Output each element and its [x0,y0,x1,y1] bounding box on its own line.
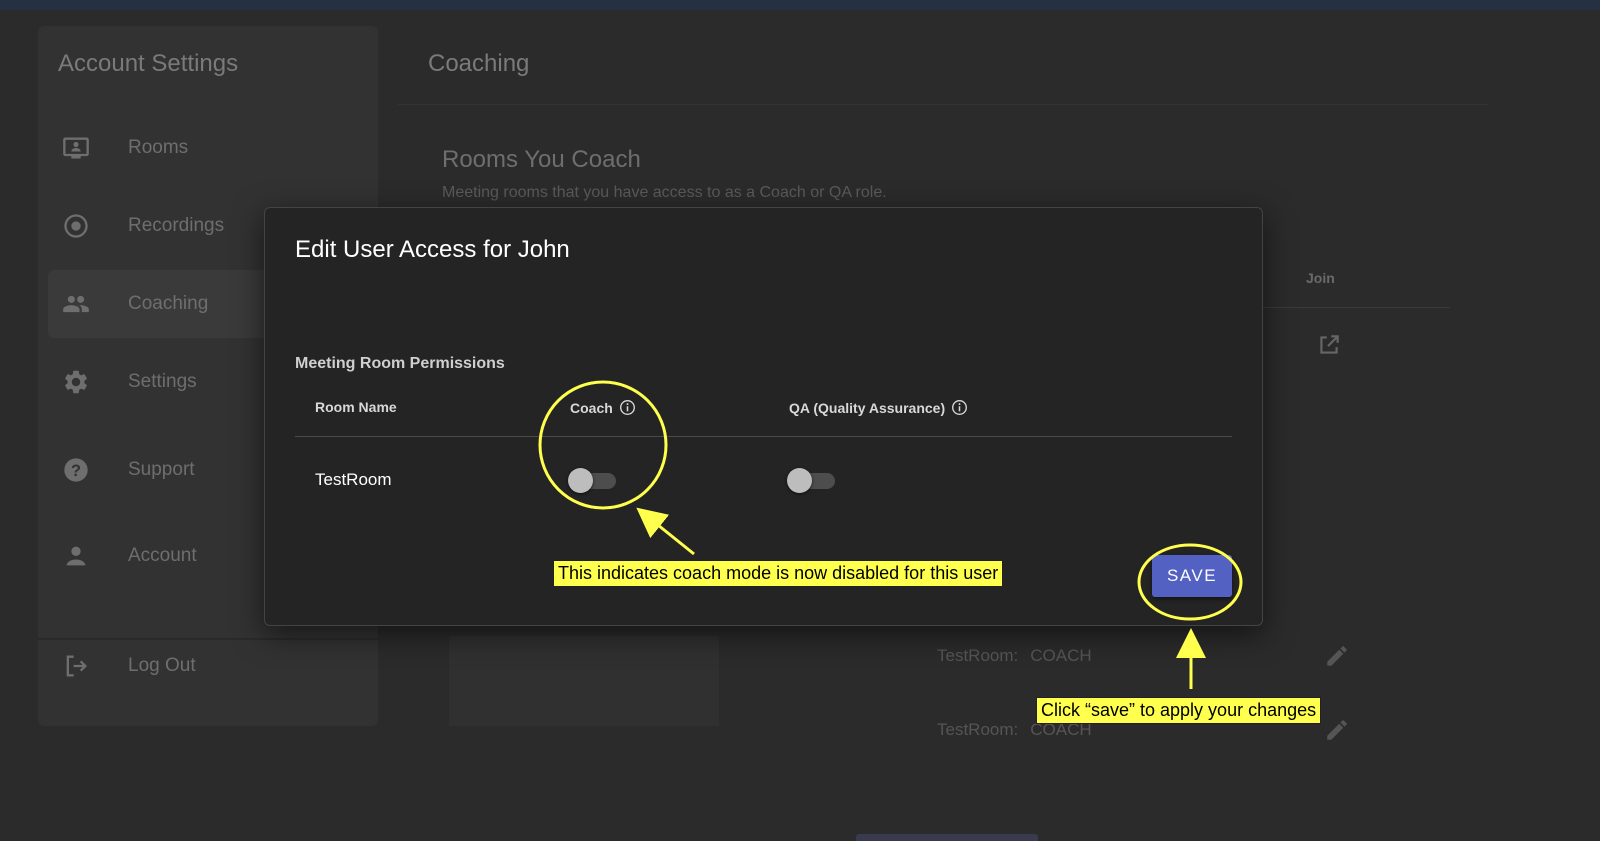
sidebar-title: Account Settings [58,50,239,77]
coach-toggle[interactable] [568,466,618,494]
info-icon[interactable] [951,399,968,416]
sidebar-item-label: Rooms [128,137,189,158]
rooms-section-subtitle: Meeting rooms that you have access to as… [442,184,887,201]
column-header-label: Room Name [315,399,397,415]
sidebar-item-rooms[interactable]: Rooms [48,114,368,182]
record-icon [60,210,92,242]
room-name-cell: TestRoom [315,470,392,489]
page-title: Coaching [428,50,530,77]
edit-icon[interactable] [1324,643,1350,674]
edit-icon[interactable] [1324,717,1350,748]
logout-button[interactable]: Log Out [48,632,368,700]
person-icon [60,540,92,572]
column-header-label: Coach [570,399,613,416]
qa-toggle[interactable] [787,466,837,494]
table-header-divider [295,436,1232,437]
column-header-qa: QA (Quality Assurance) [789,399,968,416]
logout-label: Log Out [128,655,196,676]
rooms-section-title: Rooms You Coach [442,146,641,173]
sidebar-item-label: Account [128,545,197,566]
gear-icon [60,366,92,398]
logout-icon [60,650,92,682]
sidebar-item-label: Recordings [128,215,225,236]
column-header-label: QA (Quality Assurance) [789,399,946,416]
open-external-icon[interactable] [1316,332,1342,363]
sidebar-item-label: Settings [128,371,197,392]
svg-text:?: ? [71,462,81,480]
sidebar-item-label: Support [128,459,195,480]
bottom-button[interactable] [856,834,1038,841]
monitor-icon [60,132,92,164]
join-column-header: Join [1306,270,1335,286]
toggle-thumb [787,468,812,493]
main-divider [398,104,1488,105]
save-annotation: Click “save” to apply your changes [1036,697,1322,724]
column-header-room-name: Room Name [315,399,397,415]
people-icon [60,288,92,320]
top-bar [0,0,1600,10]
save-button[interactable]: SAVE [1152,555,1232,597]
help-icon: ? [60,454,92,486]
assignment-role: COACH [1030,646,1092,665]
table-divider [1250,307,1450,308]
column-header-coach: Coach [570,399,636,416]
assignment-room: TestRoom: [937,646,1019,665]
info-icon[interactable] [619,399,636,416]
assignment-room: TestRoom: [937,720,1019,739]
permissions-title: Meeting Room Permissions [295,355,505,372]
background-card [449,636,719,726]
dialog-title: Edit User Access for John [295,236,570,263]
sidebar-item-label: Coaching [128,293,209,314]
assignment-row: TestRoom: COACH [937,646,1092,666]
coach-annotation: This indicates coach mode is now disable… [553,560,1004,587]
toggle-thumb [568,468,593,493]
